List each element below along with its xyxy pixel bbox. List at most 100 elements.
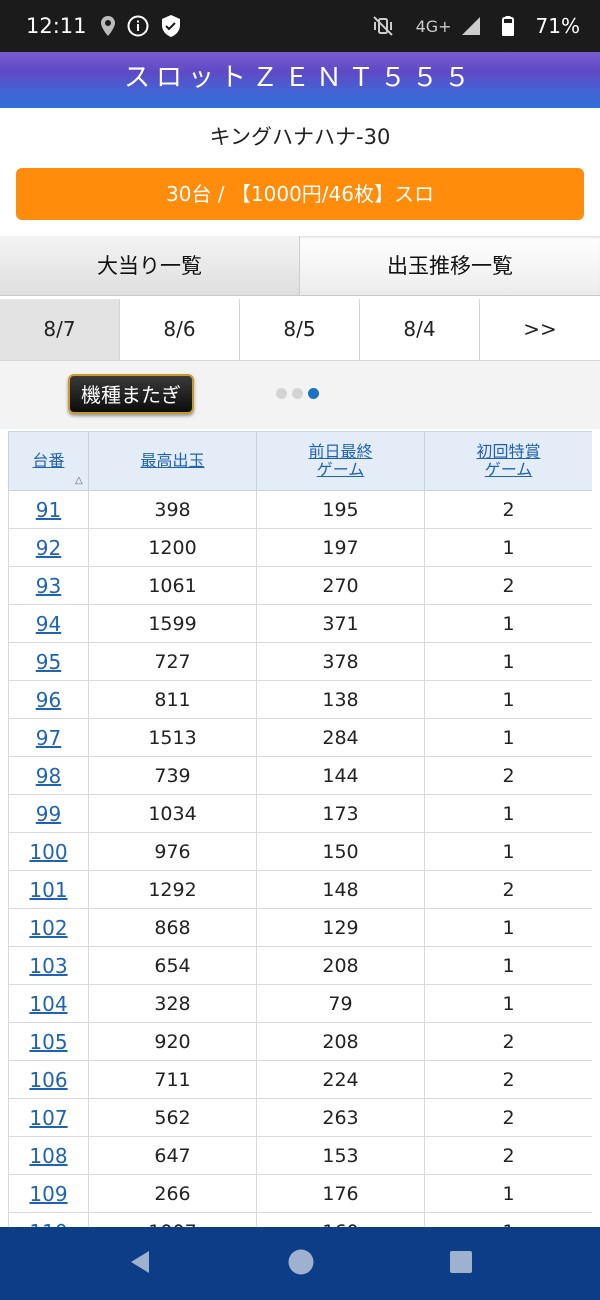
cell-machine-number[interactable]: 108 xyxy=(8,1136,89,1175)
table-row: 106 711 224 2 xyxy=(8,1060,592,1099)
cell-max-payout: 976 xyxy=(88,832,257,871)
cell-machine-number[interactable]: 106 xyxy=(8,1060,89,1099)
cell-first-bonus-game: 1 xyxy=(424,680,592,719)
table-row: 91 398 195 2 xyxy=(8,490,592,529)
table-row: 104 328 79 1 xyxy=(8,984,592,1023)
cell-machine-number[interactable]: 102 xyxy=(8,908,89,947)
cell-first-bonus-game: 2 xyxy=(424,1022,592,1061)
page-indicator xyxy=(276,388,319,399)
table-row: 109 266 176 1 xyxy=(8,1174,592,1213)
cell-first-bonus-game: 1 xyxy=(424,1212,592,1227)
cell-first-bonus-game: 2 xyxy=(424,870,592,909)
tab-jackpot-list[interactable]: 大当り一覧 xyxy=(0,236,300,296)
cell-machine-number[interactable]: 105 xyxy=(8,1022,89,1061)
table-row: 108 647 153 2 xyxy=(8,1136,592,1175)
header-machine-number[interactable]: 台番 △ xyxy=(8,431,89,491)
cell-max-payout: 266 xyxy=(88,1174,257,1213)
cell-prev-day-final-game: 160 xyxy=(256,1212,425,1227)
cell-first-bonus-game: 2 xyxy=(424,1060,592,1099)
table-row: 100 976 150 1 xyxy=(8,832,592,871)
cell-machine-number[interactable]: 95 xyxy=(8,642,89,681)
controls-row: 機種またぎ xyxy=(0,361,600,429)
table-row: 101 1292 148 2 xyxy=(8,870,592,909)
cell-max-payout: 654 xyxy=(88,946,257,985)
cell-max-payout: 1513 xyxy=(88,718,257,757)
cell-prev-day-final-game: 144 xyxy=(256,756,425,795)
page-dot[interactable] xyxy=(292,388,303,399)
page-dot[interactable] xyxy=(276,388,287,399)
cell-first-bonus-game: 1 xyxy=(424,946,592,985)
back-icon[interactable] xyxy=(127,1249,153,1279)
cell-prev-day-final-game: 153 xyxy=(256,1136,425,1175)
network-type: 4G+ xyxy=(415,16,452,36)
cell-first-bonus-game: 1 xyxy=(424,1174,592,1213)
cell-first-bonus-game: 1 xyxy=(424,528,592,567)
date-tab-3[interactable]: 8/4 xyxy=(360,299,480,361)
cell-machine-number[interactable]: 110 xyxy=(8,1212,89,1227)
cell-machine-number[interactable]: 91 xyxy=(8,490,89,529)
cell-prev-day-final-game: 129 xyxy=(256,908,425,947)
cell-prev-day-final-game: 263 xyxy=(256,1098,425,1137)
cell-prev-day-final-game: 378 xyxy=(256,642,425,681)
cell-max-payout: 739 xyxy=(88,756,257,795)
table-row: 97 1513 284 1 xyxy=(8,718,592,757)
recents-icon[interactable] xyxy=(449,1250,473,1278)
cell-first-bonus-game: 1 xyxy=(424,794,592,833)
cell-first-bonus-game: 2 xyxy=(424,756,592,795)
table-row: 94 1599 371 1 xyxy=(8,604,592,643)
table-row: 11010071601 xyxy=(8,1212,592,1227)
cell-machine-number[interactable]: 92 xyxy=(8,528,89,567)
cell-first-bonus-game: 1 xyxy=(424,642,592,681)
cell-machine-number[interactable]: 97 xyxy=(8,718,89,757)
cell-first-bonus-game: 2 xyxy=(424,1136,592,1175)
info-icon xyxy=(127,15,149,37)
table-header-row: 台番 △ 最高出玉 前日最終 ゲーム 初回特賞 ゲーム xyxy=(8,431,592,491)
cell-machine-number[interactable]: 107 xyxy=(8,1098,89,1137)
table-row: 107 562 263 2 xyxy=(8,1098,592,1137)
signal-icon xyxy=(461,17,480,35)
cell-machine-number[interactable]: 103 xyxy=(8,946,89,985)
battery-icon xyxy=(501,16,514,36)
date-tab-1[interactable]: 8/6 xyxy=(120,299,240,361)
cell-first-bonus-game: 1 xyxy=(424,908,592,947)
cell-machine-number[interactable]: 96 xyxy=(8,680,89,719)
page-dot-active[interactable] xyxy=(308,388,319,399)
cell-first-bonus-game: 2 xyxy=(424,1098,592,1137)
cell-machine-number[interactable]: 98 xyxy=(8,756,89,795)
date-tab-2[interactable]: 8/5 xyxy=(240,299,360,361)
cell-max-payout: 1200 xyxy=(88,528,257,567)
view-tabs: 大当り一覧 出玉推移一覧 xyxy=(0,236,600,296)
cell-machine-number[interactable]: 101 xyxy=(8,870,89,909)
mute-vibrate-icon xyxy=(372,16,394,36)
cell-max-payout: 1007 xyxy=(88,1212,257,1227)
date-tab-next[interactable]: >> xyxy=(480,299,600,361)
data-table-container[interactable]: 台番 △ 最高出玉 前日最終 ゲーム 初回特賞 ゲーム 91 398 195 2 92 120… xyxy=(8,431,592,1227)
date-tab-0[interactable]: 8/7 xyxy=(0,299,120,361)
shield-icon xyxy=(161,15,181,37)
cell-first-bonus-game: 2 xyxy=(424,490,592,529)
header-first-bonus-game[interactable]: 初回特賞 ゲーム xyxy=(424,431,592,491)
cell-prev-day-final-game: 79 xyxy=(256,984,425,1023)
header-max-payout[interactable]: 最高出玉 xyxy=(88,431,257,491)
tab-payout-trend[interactable]: 出玉推移一覧 xyxy=(300,236,600,296)
cell-machine-number[interactable]: 109 xyxy=(8,1174,89,1213)
status-time: 12:11 xyxy=(26,14,87,38)
cell-machine-number[interactable]: 93 xyxy=(8,566,89,605)
cell-first-bonus-game: 1 xyxy=(424,832,592,871)
cell-first-bonus-game: 2 xyxy=(424,566,592,605)
cell-max-payout: 920 xyxy=(88,1022,257,1061)
cell-max-payout: 727 xyxy=(88,642,257,681)
header-prev-day-final-game[interactable]: 前日最終 ゲーム xyxy=(256,431,425,491)
cross-machine-button[interactable]: 機種またぎ xyxy=(68,374,194,414)
cell-machine-number[interactable]: 99 xyxy=(8,794,89,833)
home-icon[interactable] xyxy=(287,1248,315,1280)
cell-machine-number[interactable]: 94 xyxy=(8,604,89,643)
table-row: 103 654 208 1 xyxy=(8,946,592,985)
cell-max-payout: 1061 xyxy=(88,566,257,605)
category-bar[interactable]: 30台 / 【1000円/46枚】スロ xyxy=(16,168,584,220)
date-tabs: 8/7 8/6 8/5 8/4 >> xyxy=(0,299,600,361)
cell-machine-number[interactable]: 100 xyxy=(8,832,89,871)
cell-prev-day-final-game: 148 xyxy=(256,870,425,909)
site-title: スロットＺＥＮＴ５５５ xyxy=(123,63,476,93)
cell-machine-number[interactable]: 104 xyxy=(8,984,89,1023)
